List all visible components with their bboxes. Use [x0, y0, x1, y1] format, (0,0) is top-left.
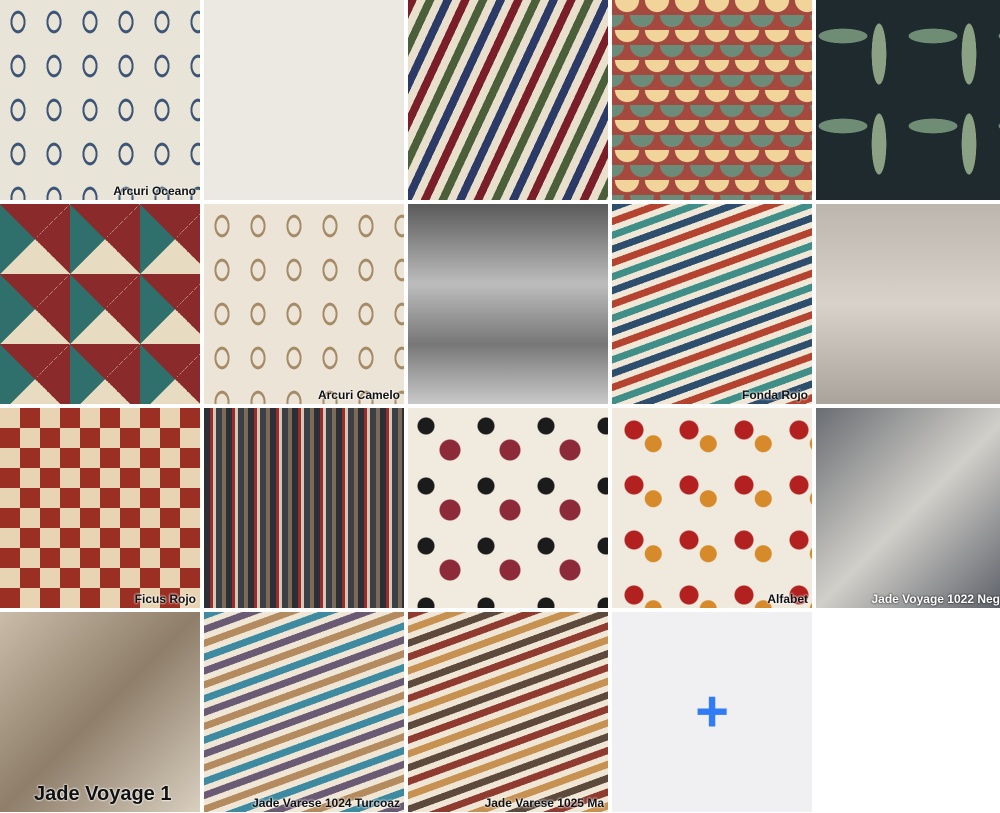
fabric-swatch: [204, 408, 404, 608]
fabric-label: Fonda Rojo: [742, 388, 808, 402]
plus-icon: +: [695, 679, 729, 744]
fabric-tile-18[interactable]: Jade Varese 1025 Ma: [408, 612, 608, 812]
fabric-label: Jade Voyage 1022 Negru: [871, 592, 1000, 606]
fabric-tile-12[interactable]: [204, 408, 404, 608]
fabric-label: Arcuri Oceano: [113, 184, 196, 198]
fabric-tile-3[interactable]: [408, 0, 608, 200]
fabric-label: Jade Varese 1024 Turcoaz: [252, 796, 400, 810]
fabric-gallery-grid: Arcuri Oceano Arcuri Camelo Fonda Rojo F…: [0, 0, 1000, 812]
fabric-swatch: [612, 408, 812, 608]
fabric-tile-17[interactable]: Jade Varese 1024 Turcoaz: [204, 612, 404, 812]
fabric-swatch: [612, 204, 812, 404]
fabric-tile-1[interactable]: Arcuri Oceano: [0, 0, 200, 200]
fabric-swatch: [204, 204, 404, 404]
fabric-tile-13[interactable]: [408, 408, 608, 608]
fabric-tile-11[interactable]: Ficus Rojo: [0, 408, 200, 608]
fabric-label: Ficus Rojo: [134, 592, 196, 606]
fabric-swatch: [0, 612, 200, 812]
fabric-label: Jade Varese 1025 Ma: [484, 796, 604, 810]
fabric-tile-14[interactable]: Alfabet: [612, 408, 812, 608]
fabric-tile-5[interactable]: [816, 0, 1000, 200]
fabric-swatch: [0, 0, 200, 200]
fabric-swatch: [204, 612, 404, 812]
fabric-tile-9[interactable]: Fonda Rojo: [612, 204, 812, 404]
fabric-tile-2[interactable]: [204, 0, 404, 200]
fabric-swatch: [0, 204, 200, 404]
fabric-swatch: [0, 408, 200, 608]
fabric-tile-16[interactable]: Jade Voyage 1: [0, 612, 200, 812]
fabric-swatch: [816, 408, 1000, 608]
fabric-label: Jade Voyage 1: [34, 783, 172, 805]
fabric-tile-8[interactable]: [408, 204, 608, 404]
fabric-tile-10[interactable]: [816, 204, 1000, 404]
fabric-swatch: [816, 0, 1000, 200]
add-fabric-button[interactable]: +: [612, 612, 812, 812]
fabric-swatch: [408, 204, 608, 404]
fabric-swatch: [408, 612, 608, 812]
fabric-tile-7[interactable]: Arcuri Camelo: [204, 204, 404, 404]
fabric-tile-15[interactable]: Jade Voyage 1022 Negru: [816, 408, 1000, 608]
fabric-tile-4[interactable]: [612, 0, 812, 200]
fabric-label: Arcuri Camelo: [317, 388, 400, 402]
fabric-swatch: [612, 0, 812, 200]
fabric-tile-6[interactable]: [0, 204, 200, 404]
fabric-swatch: [816, 204, 1000, 404]
fabric-swatch: [204, 0, 404, 200]
fabric-swatch: [408, 408, 608, 608]
fabric-label: Alfabet: [767, 592, 808, 606]
fabric-swatch: [408, 0, 608, 200]
